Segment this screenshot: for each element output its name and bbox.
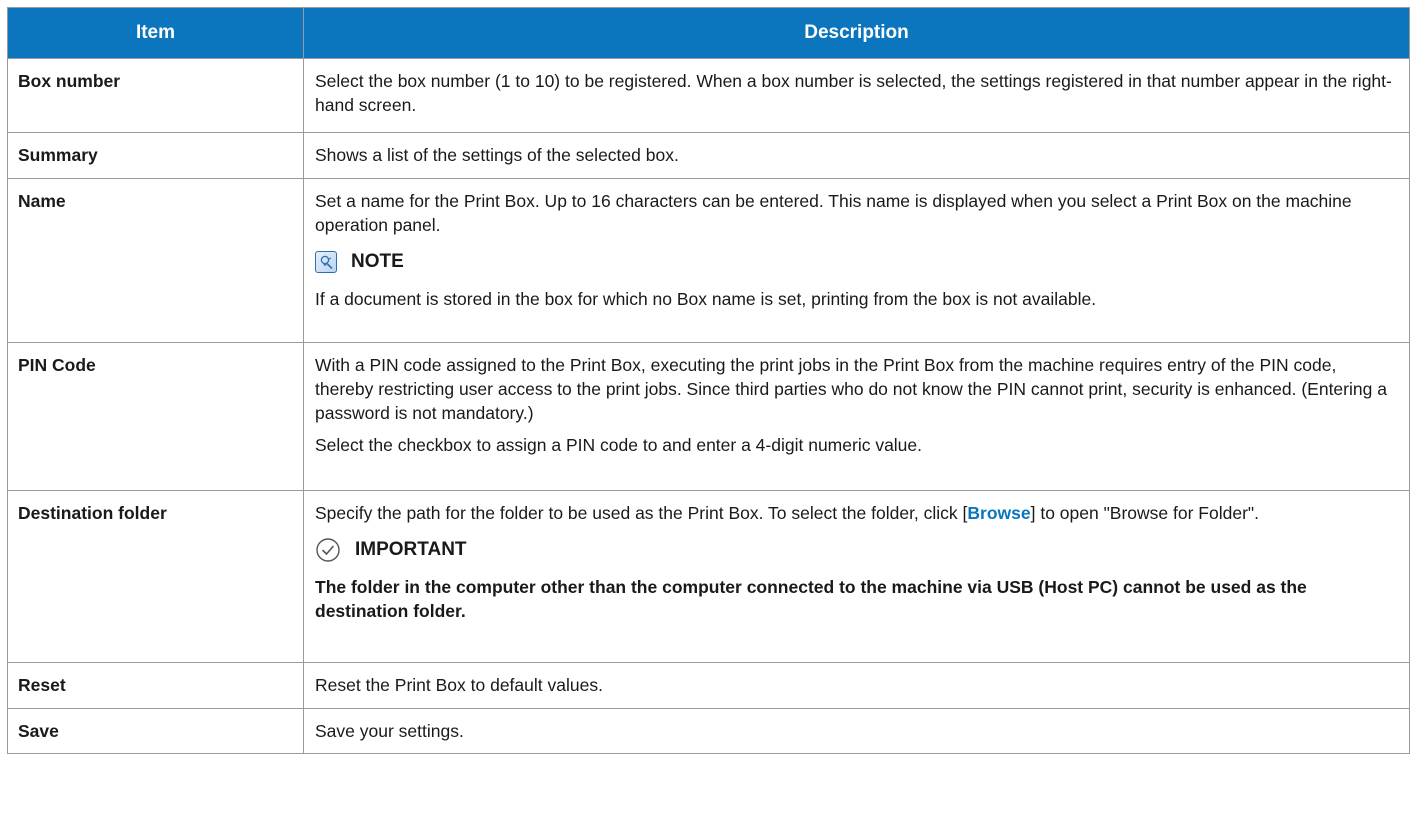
desc-after: ] to open "Browse for Folder". <box>1030 503 1259 523</box>
table-row: Save Save your settings. <box>7 708 1410 754</box>
row-item-save: Save <box>7 708 304 754</box>
desc-before: Specify the path for the folder to be us… <box>315 503 968 523</box>
header-description: Description <box>303 7 1410 59</box>
desc-text: Save your settings. <box>315 721 464 741</box>
row-desc-save: Save your settings. <box>303 708 1410 754</box>
desc-text: Set a name for the Print Box. Up to 16 c… <box>315 191 1352 235</box>
checkmark-circle-icon <box>315 537 341 563</box>
desc-text: Shows a list of the settings of the sele… <box>315 145 679 165</box>
desc-text: With a PIN code assigned to the Print Bo… <box>315 355 1387 423</box>
table-row: Destination folder Specify the path for … <box>7 490 1410 663</box>
note-lightbulb-icon <box>315 251 337 273</box>
table-header-row: Item Description <box>7 7 1410 59</box>
table-row: Name Set a name for the Print Box. Up to… <box>7 178 1410 343</box>
table-row: Reset Reset the Print Box to default val… <box>7 662 1410 709</box>
desc-text: Select the box number (1 to 10) to be re… <box>315 71 1392 115</box>
table-row: Box number Select the box number (1 to 1… <box>7 58 1410 133</box>
table-row: PIN Code With a PIN code assigned to the… <box>7 342 1410 491</box>
row-desc-destination-folder: Specify the path for the folder to be us… <box>303 490 1410 663</box>
table-row: Summary Shows a list of the settings of … <box>7 132 1410 179</box>
row-item-reset: Reset <box>7 662 304 709</box>
desc-text: Specify the path for the folder to be us… <box>315 501 1397 525</box>
row-desc-pin-code: With a PIN code assigned to the Print Bo… <box>303 342 1410 491</box>
important-title: IMPORTANT <box>355 539 467 560</box>
desc-text-2: Select the checkbox to assign a PIN code… <box>315 435 923 455</box>
important-text: The folder in the computer other than th… <box>315 577 1307 621</box>
settings-table: Item Description Box number Select the b… <box>7 7 1410 754</box>
row-item-summary: Summary <box>7 132 304 179</box>
row-item-name: Name <box>7 178 304 343</box>
row-desc-name: Set a name for the Print Box. Up to 16 c… <box>303 178 1410 343</box>
row-item-pin-code: PIN Code <box>7 342 304 491</box>
row-item-destination-folder: Destination folder <box>7 490 304 663</box>
row-item-box-number: Box number <box>7 58 304 133</box>
note-text: If a document is stored in the box for w… <box>315 289 1097 309</box>
header-item: Item <box>7 7 304 59</box>
note-heading: NOTE <box>315 249 1397 275</box>
row-desc-reset: Reset the Print Box to default values. <box>303 662 1410 709</box>
important-heading: IMPORTANT <box>315 537 1397 563</box>
row-desc-summary: Shows a list of the settings of the sele… <box>303 132 1410 179</box>
row-desc-box-number: Select the box number (1 to 10) to be re… <box>303 58 1410 133</box>
desc-text: Reset the Print Box to default values. <box>315 675 603 695</box>
browse-link[interactable]: Browse <box>967 503 1030 523</box>
note-title: NOTE <box>351 251 404 272</box>
